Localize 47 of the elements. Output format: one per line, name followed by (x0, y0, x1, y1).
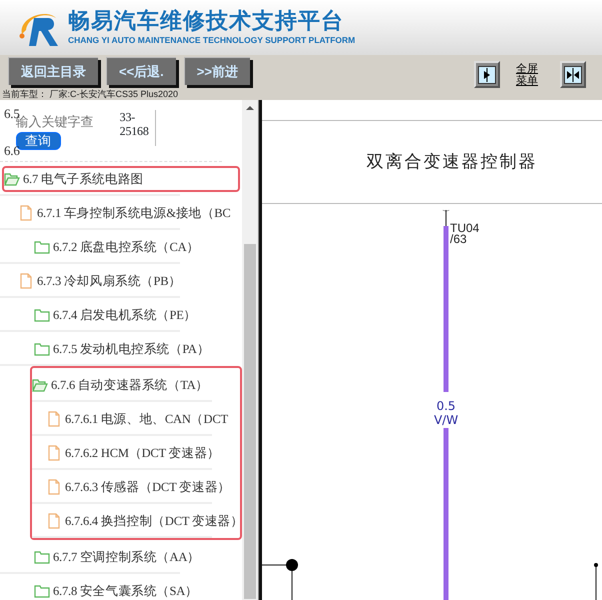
file-icon (46, 513, 62, 529)
tree-item[interactable]: 6.7.3 冷却风扇系统（PB） (18, 272, 182, 290)
site-title: 畅易汽车维修技术支持平台 (68, 10, 345, 32)
terminal-connector (440, 210, 452, 226)
nav-button[interactable]: <<后退. (106, 57, 176, 85)
tree-item[interactable]: 6.7.6 自动变速器系统（TA） (32, 376, 208, 394)
nav-button[interactable]: >>前进 (184, 57, 250, 85)
scrollbar-thumb[interactable] (244, 244, 256, 599)
file-icon (18, 205, 34, 221)
file-icon (46, 411, 62, 427)
pin-number: /63 (450, 232, 467, 246)
folder-icon (34, 549, 50, 565)
folder-icon (34, 341, 50, 357)
site-subtitle: CHANG YI AUTO MAINTENANCE TECHNOLOGY SUPPORT PLATFORM (68, 36, 356, 45)
tree-item[interactable]: 6.7.1 车身控制系统电源&接地（BC (18, 204, 231, 222)
tree-item[interactable]: 6.7.6.3 传感器（DCT 变速器） (46, 478, 230, 496)
open-folder-icon (4, 171, 20, 187)
tree-item[interactable]: 6.7.8 安全气囊系统（SA） (34, 582, 198, 600)
file-icon (46, 479, 62, 495)
expand-panel-button[interactable] (474, 61, 500, 88)
junction-drawing (594, 563, 598, 600)
tree-item[interactable]: 6.7.6.1 电源、地、CAN（DCT (46, 410, 228, 428)
scrollbar[interactable] (242, 100, 258, 600)
code-text: 33-25168 (120, 110, 156, 146)
fullscreen-menu-link[interactable]: 全屏菜单 (516, 62, 544, 86)
collapse-panel-button[interactable] (560, 61, 586, 88)
tree-item[interactable]: 6.7.7 空调控制系统（AA） (34, 548, 200, 566)
file-icon (46, 445, 62, 461)
model-info-text: 当前车型： 厂家:C-长安汽车CS35 Plus2020 (1, 88, 180, 100)
tree-item[interactable]: 6.7 电气子系统电路图 (2, 166, 240, 192)
folder-icon (34, 583, 50, 599)
pin-label: TU04 (450, 221, 480, 235)
tree-item[interactable]: 6.7.6.4 换挡控制（DCT 变速器） (46, 512, 244, 530)
search-button[interactable]: 查询 (16, 132, 61, 150)
tree-item[interactable]: 6.7.2 底盘电控系统（CA） (34, 238, 200, 256)
tree-item[interactable]: 6.7.5 发动机电控系统（PA） (34, 340, 210, 358)
open-folder-icon (32, 377, 48, 393)
folder-icon (34, 307, 50, 323)
file-icon (18, 273, 34, 289)
wire-color-label: V/W (434, 413, 458, 427)
tree-item[interactable]: 6.7.6.2 HCM（DCT 变速器） (46, 444, 220, 462)
tree-item[interactable]: 6.7.4 启发电机系统（PE） (34, 306, 197, 324)
nav-button[interactable]: 返回主目录 (8, 57, 98, 85)
junction-drawing (262, 559, 298, 600)
diagram-title: 双离合变速器控制器 (366, 151, 538, 174)
folder-icon (34, 239, 50, 255)
wire-size-label: 0.5 (436, 399, 456, 413)
